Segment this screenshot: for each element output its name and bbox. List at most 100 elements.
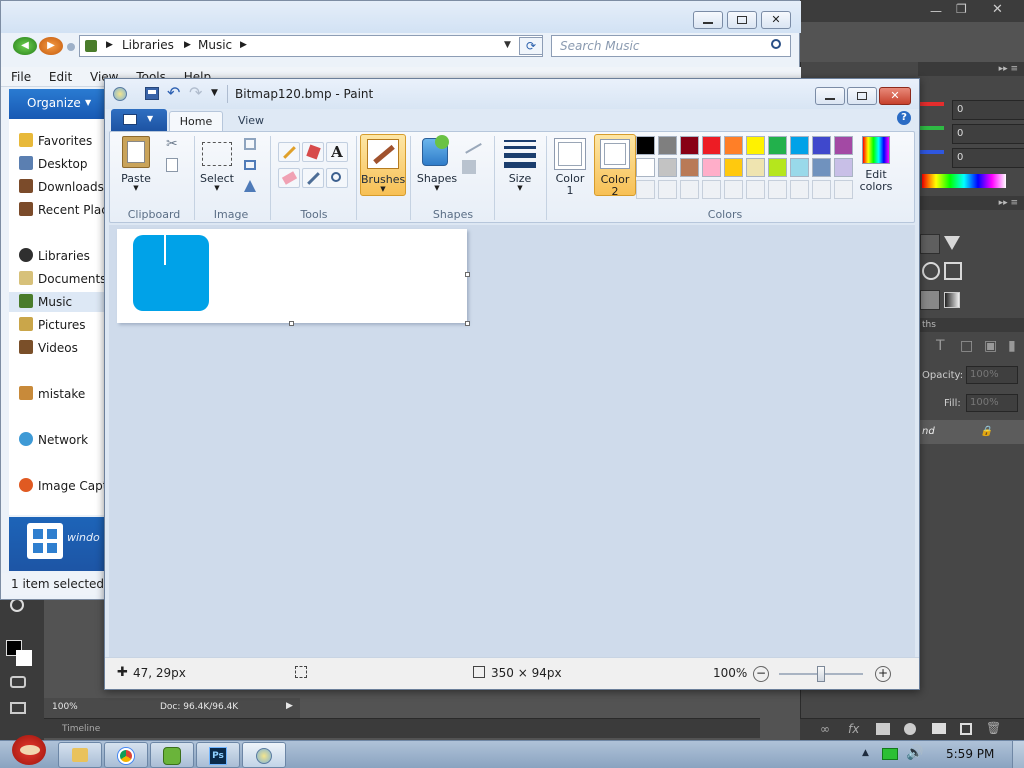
custom-color-slot[interactable] [768, 180, 787, 199]
menu-edit[interactable]: Edit [49, 70, 72, 84]
palette-swatch[interactable] [680, 136, 699, 155]
explorer-minimize-button[interactable] [693, 11, 723, 29]
group-icon[interactable] [932, 723, 946, 734]
palette-swatch[interactable] [790, 158, 809, 177]
rotate-icon[interactable] [244, 180, 256, 192]
resize-handle-corner[interactable] [465, 321, 470, 326]
explorer-maximize-button[interactable] [727, 11, 757, 29]
nav-homegroup[interactable]: mistake [19, 384, 111, 404]
fill-shape-icon[interactable] [462, 160, 476, 174]
tray-expand-icon[interactable]: ▲ [862, 748, 869, 758]
paint-maximize-button[interactable] [847, 87, 877, 105]
explorer-close-button[interactable]: ✕ [761, 11, 791, 29]
forward-button[interactable]: ▶ [39, 37, 63, 55]
channel-blue-field[interactable]: 0 [952, 148, 1024, 168]
nav-libraries[interactable]: Libraries [19, 246, 111, 266]
custom-color-slot[interactable] [812, 180, 831, 199]
palette-swatch[interactable] [702, 158, 721, 177]
resize-handle-right[interactable] [465, 272, 470, 277]
chevron-down-icon[interactable]: ▼ [504, 40, 511, 50]
brushes-button[interactable]: Brushes ▼ [360, 134, 406, 196]
channel-green-field[interactable]: 0 [952, 124, 1024, 144]
magnifier-icon[interactable] [326, 168, 348, 188]
resize-icon[interactable] [244, 160, 256, 170]
quick-mask-icon[interactable] [10, 676, 26, 688]
color-ramp[interactable] [922, 174, 1006, 188]
size-icon[interactable] [504, 140, 536, 168]
start-button[interactable] [6, 731, 52, 768]
ps-close-button[interactable]: ✕ [992, 2, 1003, 17]
custom-color-slot[interactable] [790, 180, 809, 199]
select-icon[interactable] [202, 142, 232, 166]
volume-icon[interactable]: 🔊 [906, 745, 923, 761]
palette-swatch[interactable] [702, 136, 721, 155]
show-desktop-button[interactable] [1012, 741, 1024, 768]
gradient-map-icon[interactable] [944, 236, 960, 250]
palette-swatch[interactable] [790, 136, 809, 155]
levels-icon[interactable] [920, 234, 940, 254]
shapes-icon[interactable] [422, 135, 449, 166]
custom-color-slot[interactable] [702, 180, 721, 199]
paint-app-icon[interactable] [113, 87, 127, 101]
opacity-field[interactable]: 100% [966, 366, 1018, 384]
trash-icon[interactable]: 🗑 [986, 721, 1001, 735]
copy-icon[interactable] [166, 158, 178, 172]
palette-swatch[interactable] [724, 136, 743, 155]
mask-icon[interactable] [876, 723, 890, 735]
timeline-label[interactable]: Timeline [62, 724, 100, 734]
custom-color-slot[interactable] [834, 180, 853, 199]
redo-icon[interactable]: ↷ [189, 83, 202, 102]
zoom-out-button[interactable]: − [753, 666, 769, 682]
custom-color-slot[interactable] [636, 180, 655, 199]
refresh-icon[interactable]: ⟳ [519, 37, 543, 55]
palette-swatch[interactable] [768, 158, 787, 177]
palette-swatch[interactable] [746, 158, 765, 177]
help-icon[interactable]: ? [897, 111, 911, 125]
quick-access-dropdown-icon[interactable]: ▼ [211, 88, 218, 98]
cut-icon[interactable]: ✂ [166, 136, 178, 152]
taskbar-paint[interactable] [242, 742, 286, 768]
palette-swatch[interactable] [636, 136, 655, 155]
search-input[interactable]: Search Music [551, 35, 791, 57]
nav-music[interactable]: Music [9, 292, 105, 312]
paint-menu-button[interactable]: ▼ [111, 109, 167, 131]
ps-restore-button[interactable]: ❐ [956, 2, 967, 16]
invert-icon[interactable] [920, 290, 940, 310]
tab-home[interactable]: Home [169, 111, 223, 131]
fill-icon[interactable] [302, 142, 324, 162]
palette-swatch[interactable] [658, 136, 677, 155]
custom-color-slot[interactable] [680, 180, 699, 199]
hue-icon[interactable] [922, 262, 940, 280]
tab-view[interactable]: View [227, 111, 275, 131]
search-icon[interactable] [771, 39, 781, 49]
canvas[interactable] [117, 229, 467, 323]
address-bar[interactable]: ▶ Libraries ▶ Music ▶ ▼ [79, 35, 543, 57]
nav-network[interactable]: Network [19, 430, 111, 450]
back-button[interactable]: ◀ [13, 37, 37, 55]
outline-icon[interactable] [460, 134, 482, 154]
paste-icon[interactable] [122, 136, 150, 168]
threshold-icon[interactable] [944, 292, 960, 308]
custom-color-slot[interactable] [658, 180, 677, 199]
play-icon[interactable]: ▶ [286, 701, 293, 711]
color2-button[interactable]: Color 2 [594, 134, 636, 198]
palette-swatch[interactable] [680, 158, 699, 177]
clock[interactable]: 5:59 PM [946, 747, 994, 761]
crop-icon[interactable] [244, 138, 256, 150]
save-icon[interactable] [145, 87, 159, 100]
resize-handle-bottom[interactable] [289, 321, 294, 326]
zoom-slider-thumb[interactable] [817, 666, 825, 682]
color-picker-icon[interactable] [302, 168, 324, 188]
menu-file[interactable]: File [11, 70, 31, 84]
paint-close-button[interactable]: ✕ [879, 87, 911, 105]
recent-pages-icon[interactable] [67, 43, 75, 51]
palette-swatch[interactable] [834, 136, 853, 155]
screen-mode-icon[interactable] [10, 702, 26, 714]
undo-icon[interactable]: ↶ [167, 83, 180, 102]
taskbar-explorer[interactable] [58, 742, 102, 768]
nav-desktop[interactable]: Desktop [19, 154, 111, 174]
custom-color-slot[interactable] [724, 180, 743, 199]
edit-colors-icon[interactable] [862, 136, 890, 164]
text-icon[interactable]: A [326, 142, 348, 162]
new-layer-icon[interactable] [960, 723, 972, 735]
